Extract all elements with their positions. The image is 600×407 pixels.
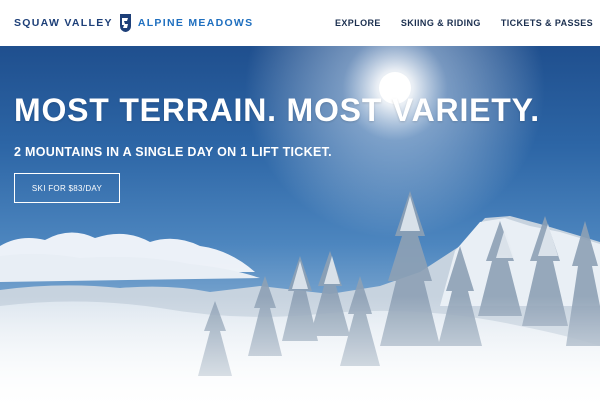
hero-headline: MOST TERRAIN. MOST VARIETY. xyxy=(14,92,540,128)
nav-item-explore[interactable]: EXPLORE xyxy=(335,18,381,28)
logo-mark-icon xyxy=(119,14,131,32)
hero-subhead: 2 MOUNTAINS IN A SINGLE DAY ON 1 LIFT TI… xyxy=(14,145,332,159)
hero-banner: MOST TERRAIN. MOST VARIETY. 2 MOUNTAINS … xyxy=(0,46,600,407)
logo-text-alpine-meadows: ALPINE MEADOWS xyxy=(137,17,254,29)
ski-for-price-button[interactable]: SKI FOR $83/DAY xyxy=(14,173,120,203)
nav-item-tickets-passes[interactable]: TICKETS & PASSES xyxy=(501,18,593,28)
nav-item-skiing-riding[interactable]: SKIING & RIDING xyxy=(401,18,481,28)
main-nav: EXPLORE SKIING & RIDING TICKETS & PASSES… xyxy=(335,0,600,46)
logo-text-squaw-valley: SQUAW VALLEY xyxy=(14,17,113,29)
site-logo[interactable]: SQUAW VALLEY ALPINE MEADOWS xyxy=(14,0,253,46)
site-header: SQUAW VALLEY ALPINE MEADOWS EXPLORE SKII… xyxy=(0,0,600,46)
